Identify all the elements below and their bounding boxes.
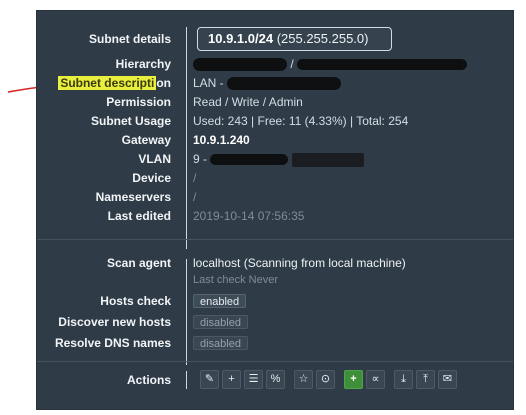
hierarchy-label: Hierarchy bbox=[115, 57, 171, 71]
hosts-check-value: enabled bbox=[193, 292, 247, 310]
last-check-value: Last check Never bbox=[193, 274, 278, 286]
edit-button[interactable]: ✎ bbox=[200, 370, 219, 389]
subnet-cidr: 10.9.1.0/24 bbox=[208, 31, 274, 46]
share-icon: ∝ bbox=[371, 373, 380, 385]
resolve-dns-badge: disabled bbox=[193, 336, 248, 350]
resolve-dns-value: disabled bbox=[193, 334, 248, 352]
edit-icon: ✎ bbox=[204, 373, 215, 385]
gateway-label: Gateway bbox=[121, 133, 171, 147]
section-separator bbox=[37, 361, 513, 362]
redacted-block bbox=[291, 152, 364, 167]
redacted-block bbox=[227, 77, 342, 91]
row-hosts-check: Hosts check enabled bbox=[37, 292, 513, 310]
subnet-mask: (255.255.255.0) bbox=[276, 31, 369, 46]
list-button[interactable]: ☰ bbox=[244, 370, 263, 389]
clock-button[interactable]: ⊙ bbox=[316, 370, 335, 389]
section-separator bbox=[37, 239, 513, 240]
share-button[interactable]: ∝ bbox=[366, 370, 385, 389]
row-device: Device / bbox=[37, 169, 513, 187]
actions-toolbar: ✎ + ☰% ☆ ⊙ + ∝ ⤓ ⤒ ✉ bbox=[200, 370, 457, 389]
gateway-value: 10.9.1.240 bbox=[193, 133, 250, 147]
redacted-block bbox=[297, 59, 468, 71]
row-hierarchy: Hierarchy / bbox=[37, 55, 513, 73]
device-value: / bbox=[193, 171, 197, 185]
subnet-usage-label: Subnet Usage bbox=[90, 114, 171, 128]
row-subnet-description: Subnet descripti on LAN - bbox=[37, 74, 513, 92]
star-button[interactable]: ☆ bbox=[294, 370, 313, 389]
device-label: Device bbox=[132, 171, 171, 185]
subnet-description-value: LAN - bbox=[193, 74, 342, 92]
row-subnet-usage: Subnet Usage Used: 243 | Free: 11 (4.33%… bbox=[37, 112, 513, 130]
subnet-cidr-box[interactable]: 10.9.1.0/24 (255.255.255.0) bbox=[197, 27, 392, 51]
hierarchy-separator: / bbox=[290, 57, 294, 71]
add-circle-icon: + bbox=[228, 373, 235, 385]
vlan-value[interactable]: 9 - bbox=[193, 150, 364, 168]
discover-hosts-value: disabled bbox=[193, 313, 248, 331]
download-icon: ⤓ bbox=[401, 373, 406, 385]
row-gateway: Gateway 10.9.1.240 bbox=[37, 131, 513, 149]
last-edited-label: Last edited bbox=[107, 209, 171, 223]
add-ip-button[interactable]: + bbox=[344, 370, 363, 389]
upload-button[interactable]: ⤒ bbox=[416, 370, 435, 389]
nameservers-value: / bbox=[193, 190, 197, 204]
redacted-block bbox=[193, 58, 287, 72]
list-icon: ☰ bbox=[248, 373, 259, 385]
scan-agent-label: Scan agent bbox=[106, 256, 171, 270]
row-vlan: VLAN 9 - bbox=[37, 150, 513, 168]
mail-button[interactable]: ✉ bbox=[438, 370, 457, 389]
last-edited-value: 2019-10-14 07:56:35 bbox=[193, 209, 305, 223]
subnet-details-label: Subnet details bbox=[88, 32, 171, 46]
permission-value: Read / Write / Admin bbox=[193, 95, 303, 109]
row-nameservers: Nameservers / bbox=[37, 188, 513, 206]
link-button[interactable]: % bbox=[266, 370, 285, 389]
row-permission: Permission Read / Write / Admin bbox=[37, 93, 513, 111]
add-circle-button[interactable]: + bbox=[222, 370, 241, 389]
hierarchy-value[interactable]: / bbox=[193, 55, 468, 73]
link-icon: % bbox=[270, 373, 281, 385]
redacted-block bbox=[210, 154, 289, 166]
discover-hosts-badge: disabled bbox=[193, 315, 248, 329]
star-icon: ☆ bbox=[298, 373, 309, 385]
hosts-check-label: Hosts check bbox=[100, 294, 171, 308]
discover-hosts-label: Discover new hosts bbox=[58, 315, 171, 329]
mail-icon: ✉ bbox=[442, 373, 453, 385]
nameservers-label: Nameservers bbox=[95, 190, 171, 204]
row-last-edited: Last edited 2019-10-14 07:56:35 bbox=[37, 207, 513, 225]
subnet-usage-value: Used: 243 | Free: 11 (4.33%) | Total: 25… bbox=[193, 114, 409, 128]
resolve-dns-label: Resolve DNS names bbox=[54, 336, 171, 350]
scan-agent-value: localhost (Scanning from local machine) bbox=[193, 256, 406, 270]
highlighted-text: Subnet descripti bbox=[58, 76, 157, 90]
subnet-description-label: Subnet descripti on bbox=[58, 76, 171, 90]
upload-icon: ⤒ bbox=[423, 373, 428, 385]
add-ip-icon: + bbox=[350, 373, 357, 385]
subnet-details-panel: Subnet details 10.9.1.0/24 (255.255.255.… bbox=[36, 10, 514, 410]
hosts-check-badge: enabled bbox=[193, 294, 247, 308]
permission-label: Permission bbox=[106, 95, 171, 109]
row-resolve-dns: Resolve DNS names disabled bbox=[37, 334, 513, 352]
row-discover-hosts: Discover new hosts disabled bbox=[37, 313, 513, 331]
row-last-check: Last check Never bbox=[37, 271, 513, 289]
actions-label: Actions bbox=[126, 373, 171, 387]
row-scan-agent: Scan agent localhost (Scanning from loca… bbox=[37, 254, 513, 272]
vlan-label: VLAN bbox=[138, 152, 171, 166]
download-button[interactable]: ⤓ bbox=[394, 370, 413, 389]
clock-icon: ⊙ bbox=[320, 373, 331, 385]
